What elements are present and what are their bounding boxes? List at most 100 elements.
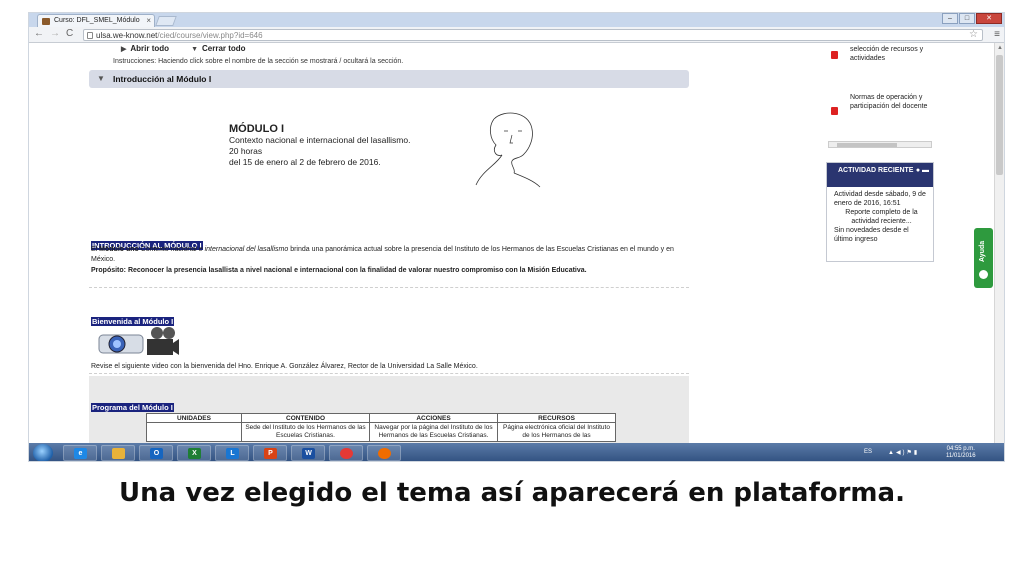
chrome-menu-icon[interactable]: ≡: [994, 29, 1000, 40]
section-header[interactable]: ▼ Introducción al Módulo I: [89, 70, 689, 88]
taskbar-chrome-icon[interactable]: [329, 445, 363, 461]
taskbar-lync-icon[interactable]: L: [215, 445, 249, 461]
reload-icon[interactable]: C: [66, 28, 73, 39]
table-cell: [146, 422, 242, 442]
module-title: MÓDULO I: [229, 123, 284, 135]
table-header-row: UNIDADES CONTENIDO ACCIONES RECURSOS: [146, 413, 616, 423]
program-heading-text: Programa del Módulo I: [91, 403, 174, 412]
page-icon: [87, 32, 93, 39]
back-arrow-icon[interactable]: ←: [34, 28, 44, 39]
recent-activity-body: Actividad desde sábado, 9 de enero de 20…: [827, 187, 933, 244]
expand-all-label: Abrir todo: [130, 44, 170, 53]
maximize-button[interactable]: □: [959, 13, 975, 24]
module-dates: del 15 de enero al 2 de febrero de 2016.: [229, 157, 381, 167]
program-table: UNIDADES CONTENIDO ACCIONES RECURSOS Sed…: [146, 413, 616, 442]
taskbar-powerpoint-icon[interactable]: P: [253, 445, 287, 461]
recent-activity-block: ACTIVIDAD RECIENTE ● ▬ Actividad desde s…: [826, 162, 934, 262]
section-toggles: ▶ Abrir todo ▼ Cerrar todo: [121, 44, 246, 53]
help-icon: [979, 270, 988, 279]
pdf-icon: [831, 107, 838, 115]
module-hours: 20 horas: [229, 146, 263, 156]
windows-taskbar: e O X L P W ES ▲◀)⚑▮ 04:55 p.m. 11/01/20…: [29, 443, 1004, 461]
course-main-column: ▶ Abrir todo ▼ Cerrar todo Instrucciones: …: [89, 43, 689, 443]
clock-date: 11/01/2016: [946, 453, 976, 459]
forward-arrow-icon[interactable]: →: [50, 28, 60, 39]
vertical-scrollbar[interactable]: ▲: [994, 43, 1004, 443]
help-tab[interactable]: Ayuda: [974, 228, 993, 288]
horizontal-scrollbar[interactable]: [828, 141, 932, 148]
triangle-down-icon: ▼: [97, 74, 105, 83]
purpose-paragraph: Propósito: Reconocer la presencia lasall…: [91, 267, 587, 274]
scrollbar-thumb[interactable]: [996, 55, 1003, 175]
resource-link[interactable]: selección de recursos y actividades: [831, 45, 934, 63]
taskbar-word-icon[interactable]: W: [291, 445, 325, 461]
intro-bold: Módulo uno: [99, 246, 139, 253]
tab-close-icon[interactable]: ×: [146, 16, 151, 25]
collapse-all-label: Cerrar todo: [202, 44, 246, 53]
slide: Curso: DFL_SMEL_Módulo × – □ ✕ ← → C uls…: [0, 0, 1024, 576]
url-path: /cied/course/view.php?id=646: [157, 31, 263, 40]
intro-paragraph: El Módulo uno Contexto nacional e intern…: [91, 245, 686, 264]
moodle-favicon-icon: [42, 18, 50, 25]
table-cell: Sede del Instituto de los Hermanos de la…: [241, 422, 370, 442]
divider: [89, 373, 689, 374]
language-indicator[interactable]: ES: [864, 449, 872, 455]
video-projector-icon[interactable]: [95, 325, 179, 359]
table-cell: Navegar por la página del Instituto de l…: [369, 422, 498, 442]
divider: [89, 287, 689, 288]
triangle-right-icon: ▶: [121, 46, 127, 53]
resource-label: selección de recursos y actividades: [850, 46, 924, 62]
address-bar[interactable]: ulsa.we-know.net/cied/course/view.php?id…: [83, 29, 983, 41]
tab-title: Curso: DFL_SMEL_Módulo: [54, 17, 140, 24]
intro-italic: Contexto nacional e internacional del la…: [138, 246, 289, 253]
tray-icons[interactable]: ▲◀)⚑▮: [888, 449, 919, 456]
taskbar-firefox-icon[interactable]: [367, 445, 401, 461]
activity-since: Actividad desde sábado, 9 de enero de 20…: [834, 191, 926, 207]
collapse-all-link[interactable]: ▼ Cerrar todo: [191, 44, 246, 53]
column-header: CONTENIDO: [241, 413, 370, 423]
tab-bar: Curso: DFL_SMEL_Módulo × – □ ✕: [29, 13, 1004, 27]
table-row: Sede del Instituto de los Hermanos de la…: [146, 422, 616, 442]
block-controls-icon[interactable]: ● ▬: [916, 166, 929, 175]
column-header: RECURSOS: [497, 413, 616, 423]
page-content: ▶ Abrir todo ▼ Cerrar todo Instrucciones: …: [29, 43, 996, 443]
instructions-text: Instrucciones: Haciendo click sobre el n…: [113, 58, 404, 65]
recent-activity-title: ACTIVIDAD RECIENTE: [838, 167, 914, 174]
taskbar-excel-icon[interactable]: X: [177, 445, 211, 461]
close-window-button[interactable]: ✕: [976, 13, 1002, 24]
module-context: Contexto nacional e internacional del la…: [229, 135, 411, 145]
table-cell: Página electrónica oficial del Instituto…: [497, 422, 616, 442]
intro-pre: El: [91, 246, 100, 253]
url-domain: ulsa.we-know.net: [96, 31, 158, 40]
scrollbar-thumb[interactable]: [837, 143, 897, 147]
new-tab-button[interactable]: [155, 16, 177, 26]
resource-label: Normas de operación y participación del …: [850, 94, 928, 110]
welcome-text: Revise el siguiente video con la bienven…: [91, 363, 478, 370]
resource-link[interactable]: Normas de operación y participación del …: [831, 93, 934, 115]
minimize-button[interactable]: –: [942, 13, 958, 24]
system-tray: ES ▲◀)⚑▮ 04:55 p.m. 11/01/2016: [846, 443, 1004, 461]
taskbar-outlook-icon[interactable]: O: [139, 445, 173, 461]
full-report-link[interactable]: Reporte completo de la actividad recient…: [834, 208, 929, 226]
browser-tab[interactable]: Curso: DFL_SMEL_Módulo ×: [37, 14, 155, 27]
start-button[interactable]: [33, 444, 53, 461]
pdf-icon: [831, 51, 838, 59]
clock[interactable]: 04:55 p.m. 11/01/2016: [946, 446, 976, 460]
browser-screenshot: Curso: DFL_SMEL_Módulo × – □ ✕ ← → C uls…: [28, 12, 1005, 462]
help-label: Ayuda: [979, 240, 986, 262]
module-banner: MÓDULO I Contexto nacional e internacion…: [229, 123, 410, 168]
expand-all-link[interactable]: ▶ Abrir todo: [121, 44, 169, 53]
slide-caption: Una vez elegido el tema así aparecerá en…: [119, 478, 905, 508]
taskbar-explorer-icon[interactable]: [101, 445, 135, 461]
column-header: ACCIONES: [369, 413, 498, 423]
bookmark-star-icon[interactable]: ☆: [969, 29, 978, 40]
taskbar-ie-icon[interactable]: e: [63, 445, 97, 461]
activity-none: Sin novedades desde el último ingreso: [834, 227, 909, 243]
column-header: UNIDADES: [146, 413, 242, 423]
scroll-up-icon[interactable]: ▲: [997, 45, 1003, 51]
right-sidebar: selección de recursos y actividades Norm…: [826, 43, 934, 443]
clock-time: 04:55 p.m.: [946, 446, 975, 452]
section-title: Introducción al Módulo I: [113, 74, 212, 84]
navigation-bar: ← → C ulsa.we-know.net/cied/course/view.…: [29, 27, 1004, 43]
window-controls: – □ ✕: [942, 13, 1002, 25]
